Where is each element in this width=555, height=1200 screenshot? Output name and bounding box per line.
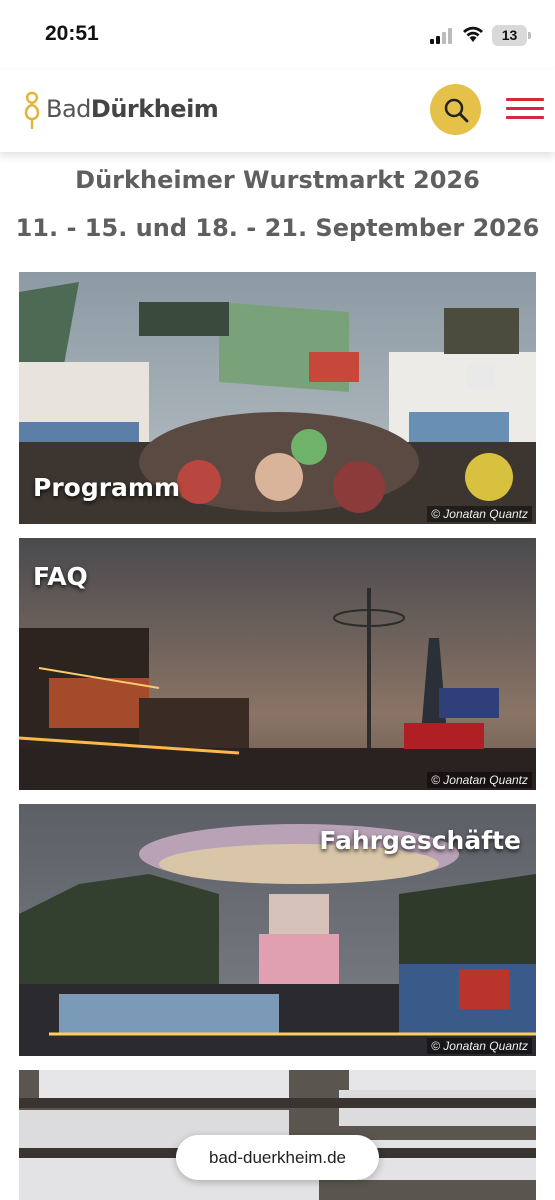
card-programm[interactable]: Programm © Jonatan Quantz	[19, 272, 536, 524]
logo-text[interactable]: BadDürkheim	[46, 95, 219, 123]
battery-indicator: 13	[492, 25, 527, 46]
event-dates: 11. - 15. und 18. - 21. September 2026	[15, 214, 540, 242]
card-faq-image	[19, 538, 536, 790]
cellular-signal-icon	[430, 28, 452, 44]
card-programm-label: Programm	[33, 473, 181, 502]
card-fahrgeschaefte-label: Fahrgeschäfte	[319, 826, 521, 855]
logo-icon[interactable]	[22, 89, 42, 131]
battery-tip	[528, 32, 531, 39]
site-header: BadDürkheim	[0, 70, 555, 152]
status-time: 20:51	[45, 22, 99, 45]
browser-url-bar[interactable]: bad-duerkheim.de	[176, 1135, 379, 1180]
wifi-icon	[463, 26, 483, 42]
card-faq[interactable]: FAQ © Jonatan Quantz	[19, 538, 536, 790]
photo-credit: © Jonatan Quantz	[427, 506, 532, 522]
card-faq-label: FAQ	[33, 562, 88, 591]
hamburger-menu-icon[interactable]	[506, 98, 544, 122]
card-fahrgeschaefte[interactable]: Fahrgeschäfte © Jonatan Quantz	[19, 804, 536, 1056]
page-title: Dürkheimer Wurstmarkt 2026	[75, 166, 480, 194]
search-icon	[444, 98, 468, 122]
photo-credit: © Jonatan Quantz	[427, 772, 532, 788]
status-bar: 20:51 13	[0, 0, 555, 70]
logo-text-bold: Dürkheim	[90, 95, 219, 123]
logo-text-light: Bad	[46, 95, 91, 123]
search-button[interactable]	[430, 84, 481, 135]
photo-credit: © Jonatan Quantz	[427, 1038, 532, 1054]
